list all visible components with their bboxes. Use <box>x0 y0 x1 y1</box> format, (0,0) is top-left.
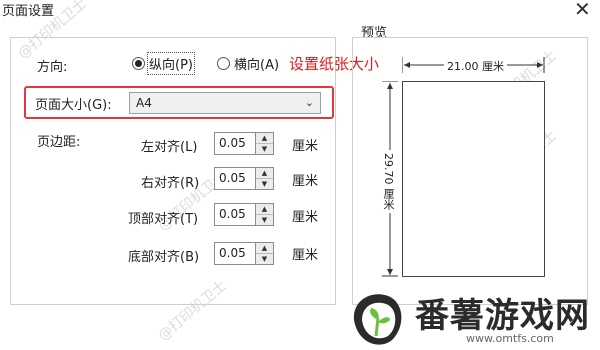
margin-top-unit: 厘米 <box>292 210 319 225</box>
chevron-down-icon: ⌄ <box>304 96 314 109</box>
margin-bottom-unit: 厘米 <box>292 248 319 263</box>
margin-bottom-value: 0.05 <box>219 246 246 260</box>
increment-icon[interactable]: ▲ <box>256 168 273 179</box>
page-size-select[interactable]: A4 ⌄ <box>129 92 321 114</box>
paper-preview <box>402 81 545 277</box>
increment-icon[interactable]: ▲ <box>256 133 273 144</box>
page-size-value: A4 <box>136 96 152 110</box>
radio-landscape[interactable]: 横向(A) <box>217 54 279 73</box>
radio-landscape-label: 横向(A) <box>234 58 280 73</box>
height-text: 29.70 厘米 <box>380 150 396 213</box>
width-text: 21.00 厘米 <box>444 58 507 74</box>
margins-label: 页边距: <box>37 135 81 150</box>
decrement-icon[interactable]: ▼ <box>256 215 273 225</box>
close-icon[interactable]: ✕ <box>574 0 591 20</box>
radio-unselected-icon <box>217 57 230 70</box>
radio-selected-icon <box>132 57 145 70</box>
margin-bottom-label: 底部对齐(B) <box>128 250 200 265</box>
brand-name: 番薯游戏网 <box>415 296 590 336</box>
brand-url: www.omtfs.com <box>466 332 554 345</box>
margin-top-value: 0.05 <box>219 207 246 221</box>
decrement-icon[interactable]: ▼ <box>256 144 273 154</box>
margin-left-spinner[interactable]: 0.05 ▲ ▼ <box>214 132 274 155</box>
increment-icon[interactable]: ▲ <box>256 204 273 215</box>
orientation-label: 方向: <box>37 60 68 75</box>
page-size-label: 页面大小(G): <box>35 98 112 113</box>
margin-right-spinner[interactable]: 0.05 ▲ ▼ <box>214 167 274 190</box>
dialog-title: 页面设置 <box>2 4 55 19</box>
decrement-icon[interactable]: ▼ <box>256 254 273 264</box>
margin-bottom-spinner[interactable]: 0.05 ▲ ▼ <box>214 242 274 265</box>
brand-logo-icon <box>353 294 402 345</box>
margin-top-spinner[interactable]: 0.05 ▲ ▼ <box>214 203 274 226</box>
margin-right-value: 0.05 <box>219 171 246 185</box>
increment-icon[interactable]: ▲ <box>256 243 273 254</box>
margin-left-label: 左对齐(L) <box>141 140 198 155</box>
decrement-icon[interactable]: ▼ <box>256 179 273 189</box>
margin-right-unit: 厘米 <box>292 174 319 189</box>
margin-top-label: 顶部对齐(T) <box>128 212 199 227</box>
radio-portrait-label: 纵向(P) <box>147 52 195 75</box>
margin-right-label: 右对齐(R) <box>141 176 200 191</box>
margin-left-value: 0.05 <box>219 136 246 150</box>
margin-left-unit: 厘米 <box>292 139 319 154</box>
radio-portrait[interactable]: 纵向(P) <box>132 52 195 75</box>
